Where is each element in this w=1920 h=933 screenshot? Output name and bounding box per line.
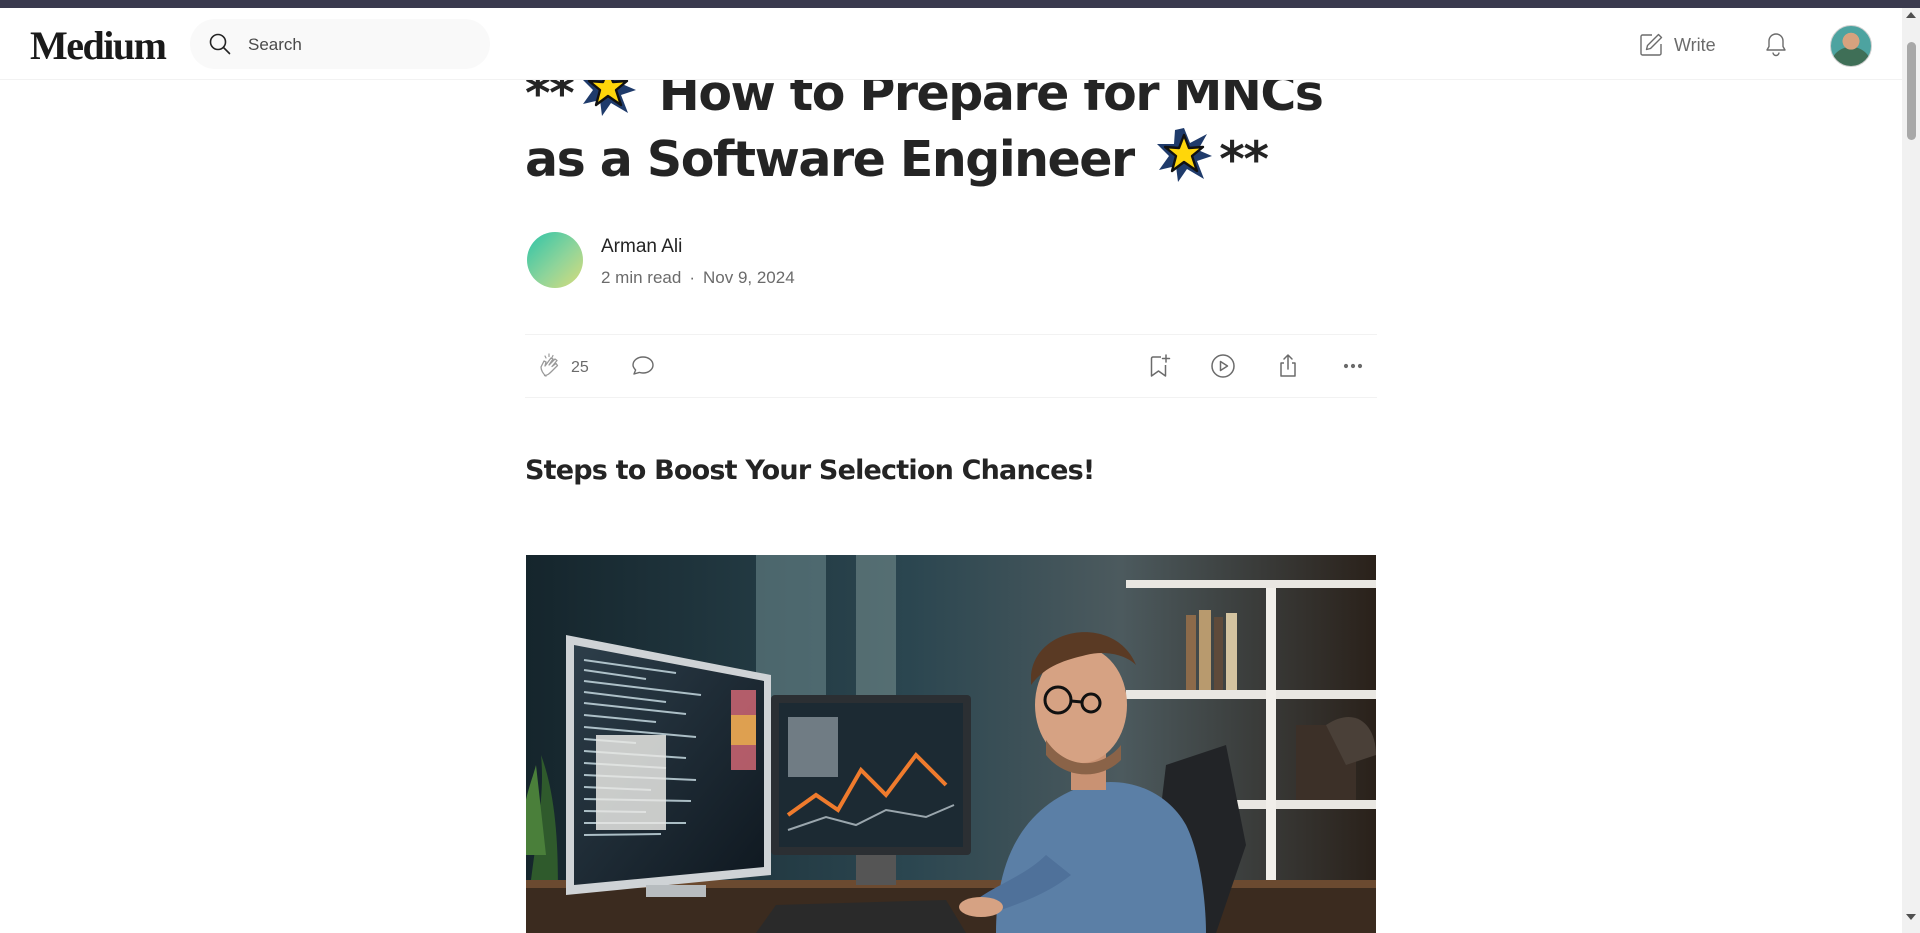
read-time: 2 min read (601, 268, 682, 287)
meta-separator: · (689, 268, 695, 287)
article-subtitle: Steps to Boost Your Selection Chances! (525, 455, 1095, 486)
top-navigation: Medium Write (0, 8, 1902, 80)
clap-button[interactable] (537, 352, 565, 385)
listen-icon (1211, 354, 1235, 378)
write-label: Write (1674, 34, 1716, 55)
search-input[interactable] (246, 19, 480, 71)
bookmark-button[interactable] (1145, 352, 1173, 385)
write-button[interactable]: Write (1638, 30, 1716, 60)
comment-icon (632, 356, 654, 375)
medium-logo[interactable]: Medium (30, 22, 167, 69)
search-icon (209, 33, 231, 55)
publish-date: Nov 9, 2024 (703, 268, 795, 287)
more-button[interactable] (1339, 352, 1367, 385)
more-icon (1343, 363, 1363, 369)
article-action-bar: 25 (525, 334, 1377, 398)
bell-icon (1766, 33, 1786, 57)
clap-count: 25 (571, 359, 589, 376)
listen-button[interactable] (1209, 352, 1237, 385)
title-suffix: ** (1219, 131, 1269, 188)
hero-image[interactable] (526, 555, 1376, 933)
bookmark-icon (1150, 354, 1171, 377)
browser-top-strip (0, 0, 1920, 8)
notifications-button[interactable] (1762, 30, 1790, 63)
share-icon (1280, 354, 1296, 377)
hero-illustration (526, 555, 1376, 933)
page-scrollbar[interactable] (1902, 8, 1920, 933)
scrollbar-thumb[interactable] (1907, 42, 1916, 140)
article-meta: 2 min read · Nov 9, 2024 (601, 268, 795, 288)
write-icon (1640, 33, 1663, 56)
user-avatar[interactable] (1830, 25, 1872, 67)
scroll-up-icon[interactable] (1906, 12, 1916, 18)
author-name[interactable]: Arman Ali (601, 236, 682, 258)
share-button[interactable] (1274, 352, 1302, 385)
scroll-down-icon[interactable] (1906, 914, 1916, 920)
glowing-star-icon (1157, 128, 1213, 182)
author-avatar[interactable] (527, 232, 583, 288)
search-box[interactable] (190, 19, 490, 71)
clap-icon (540, 353, 559, 377)
comment-button[interactable] (629, 352, 657, 385)
